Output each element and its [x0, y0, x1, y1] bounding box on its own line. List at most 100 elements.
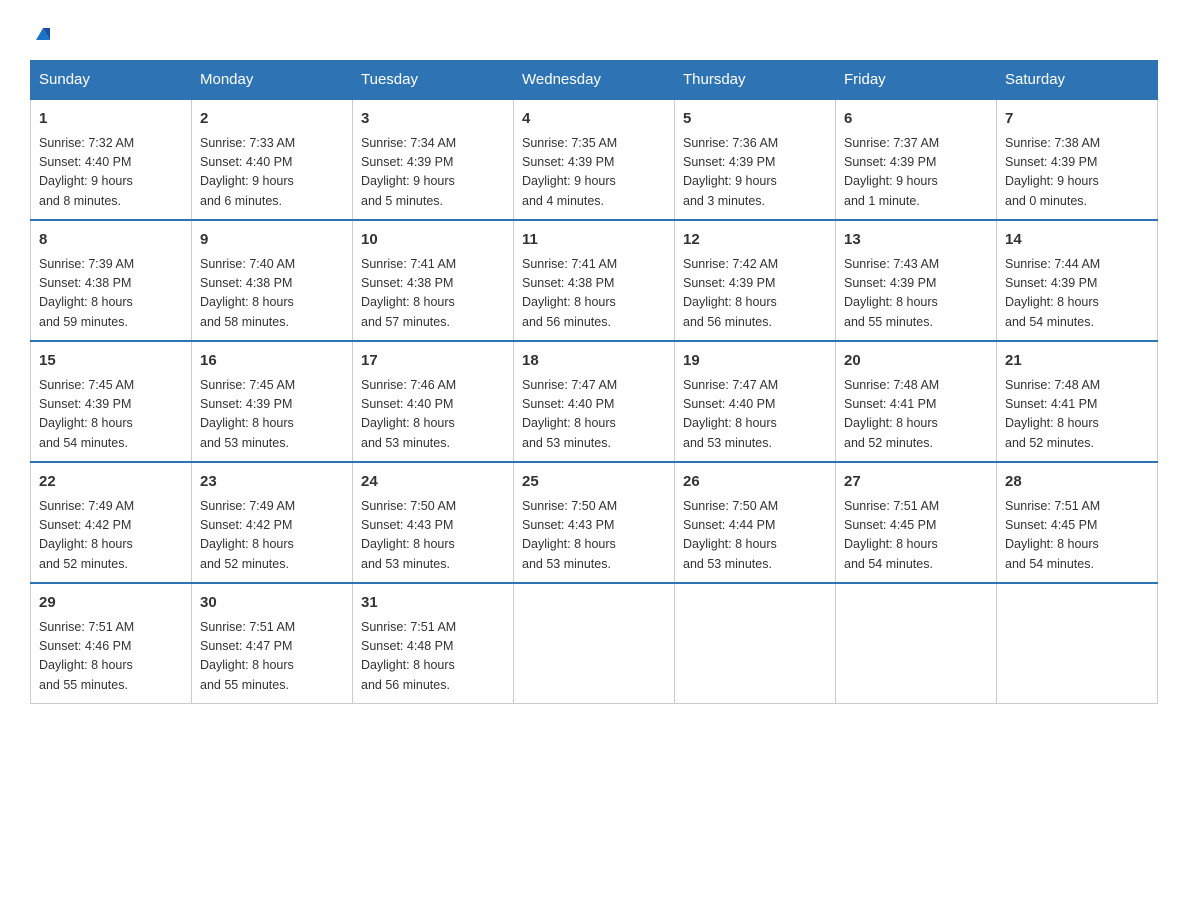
day-info: Sunrise: 7:51 AM Sunset: 4:45 PM Dayligh… — [844, 497, 988, 575]
day-number: 4 — [522, 108, 666, 131]
day-info: Sunrise: 7:35 AM Sunset: 4:39 PM Dayligh… — [522, 134, 666, 212]
calendar-day-cell: 13 Sunrise: 7:43 AM Sunset: 4:39 PM Dayl… — [836, 220, 997, 341]
calendar-day-cell: 9 Sunrise: 7:40 AM Sunset: 4:38 PM Dayli… — [192, 220, 353, 341]
day-number: 12 — [683, 229, 827, 252]
day-info: Sunrise: 7:33 AM Sunset: 4:40 PM Dayligh… — [200, 134, 344, 212]
calendar-day-cell: 31 Sunrise: 7:51 AM Sunset: 4:48 PM Dayl… — [353, 583, 514, 704]
day-of-week-header: Sunday — [31, 61, 192, 100]
day-number: 5 — [683, 108, 827, 131]
day-number: 2 — [200, 108, 344, 131]
day-number: 22 — [39, 471, 183, 494]
calendar-header-row: SundayMondayTuesdayWednesdayThursdayFrid… — [31, 61, 1158, 100]
day-number: 14 — [1005, 229, 1149, 252]
calendar-table: SundayMondayTuesdayWednesdayThursdayFrid… — [30, 60, 1158, 704]
day-of-week-header: Saturday — [997, 61, 1158, 100]
calendar-day-cell: 7 Sunrise: 7:38 AM Sunset: 4:39 PM Dayli… — [997, 99, 1158, 220]
day-info: Sunrise: 7:38 AM Sunset: 4:39 PM Dayligh… — [1005, 134, 1149, 212]
day-number: 23 — [200, 471, 344, 494]
calendar-day-cell — [514, 583, 675, 704]
calendar-week-row: 1 Sunrise: 7:32 AM Sunset: 4:40 PM Dayli… — [31, 99, 1158, 220]
day-info: Sunrise: 7:41 AM Sunset: 4:38 PM Dayligh… — [522, 255, 666, 333]
logo — [30, 20, 54, 40]
calendar-week-row: 22 Sunrise: 7:49 AM Sunset: 4:42 PM Dayl… — [31, 462, 1158, 583]
day-number: 16 — [200, 350, 344, 373]
day-number: 19 — [683, 350, 827, 373]
calendar-day-cell: 15 Sunrise: 7:45 AM Sunset: 4:39 PM Dayl… — [31, 341, 192, 462]
day-info: Sunrise: 7:51 AM Sunset: 4:48 PM Dayligh… — [361, 618, 505, 696]
day-number: 24 — [361, 471, 505, 494]
calendar-day-cell: 30 Sunrise: 7:51 AM Sunset: 4:47 PM Dayl… — [192, 583, 353, 704]
calendar-day-cell: 4 Sunrise: 7:35 AM Sunset: 4:39 PM Dayli… — [514, 99, 675, 220]
calendar-day-cell: 22 Sunrise: 7:49 AM Sunset: 4:42 PM Dayl… — [31, 462, 192, 583]
calendar-week-row: 8 Sunrise: 7:39 AM Sunset: 4:38 PM Dayli… — [31, 220, 1158, 341]
day-number: 21 — [1005, 350, 1149, 373]
day-info: Sunrise: 7:46 AM Sunset: 4:40 PM Dayligh… — [361, 376, 505, 454]
calendar-day-cell: 6 Sunrise: 7:37 AM Sunset: 4:39 PM Dayli… — [836, 99, 997, 220]
calendar-day-cell — [836, 583, 997, 704]
calendar-day-cell: 10 Sunrise: 7:41 AM Sunset: 4:38 PM Dayl… — [353, 220, 514, 341]
day-number: 15 — [39, 350, 183, 373]
calendar-day-cell: 28 Sunrise: 7:51 AM Sunset: 4:45 PM Dayl… — [997, 462, 1158, 583]
day-info: Sunrise: 7:48 AM Sunset: 4:41 PM Dayligh… — [1005, 376, 1149, 454]
day-of-week-header: Friday — [836, 61, 997, 100]
day-number: 17 — [361, 350, 505, 373]
day-info: Sunrise: 7:47 AM Sunset: 4:40 PM Dayligh… — [683, 376, 827, 454]
day-info: Sunrise: 7:37 AM Sunset: 4:39 PM Dayligh… — [844, 134, 988, 212]
calendar-day-cell: 26 Sunrise: 7:50 AM Sunset: 4:44 PM Dayl… — [675, 462, 836, 583]
day-info: Sunrise: 7:50 AM Sunset: 4:43 PM Dayligh… — [522, 497, 666, 575]
day-of-week-header: Tuesday — [353, 61, 514, 100]
day-info: Sunrise: 7:42 AM Sunset: 4:39 PM Dayligh… — [683, 255, 827, 333]
day-number: 3 — [361, 108, 505, 131]
calendar-day-cell: 12 Sunrise: 7:42 AM Sunset: 4:39 PM Dayl… — [675, 220, 836, 341]
calendar-day-cell: 25 Sunrise: 7:50 AM Sunset: 4:43 PM Dayl… — [514, 462, 675, 583]
calendar-day-cell: 2 Sunrise: 7:33 AM Sunset: 4:40 PM Dayli… — [192, 99, 353, 220]
calendar-day-cell: 5 Sunrise: 7:36 AM Sunset: 4:39 PM Dayli… — [675, 99, 836, 220]
calendar-day-cell: 27 Sunrise: 7:51 AM Sunset: 4:45 PM Dayl… — [836, 462, 997, 583]
day-number: 13 — [844, 229, 988, 252]
day-number: 7 — [1005, 108, 1149, 131]
day-number: 30 — [200, 592, 344, 615]
day-number: 6 — [844, 108, 988, 131]
day-info: Sunrise: 7:51 AM Sunset: 4:47 PM Dayligh… — [200, 618, 344, 696]
day-info: Sunrise: 7:50 AM Sunset: 4:43 PM Dayligh… — [361, 497, 505, 575]
day-number: 8 — [39, 229, 183, 252]
day-number: 31 — [361, 592, 505, 615]
day-info: Sunrise: 7:47 AM Sunset: 4:40 PM Dayligh… — [522, 376, 666, 454]
day-info: Sunrise: 7:49 AM Sunset: 4:42 PM Dayligh… — [200, 497, 344, 575]
calendar-day-cell: 11 Sunrise: 7:41 AM Sunset: 4:38 PM Dayl… — [514, 220, 675, 341]
day-info: Sunrise: 7:48 AM Sunset: 4:41 PM Dayligh… — [844, 376, 988, 454]
day-info: Sunrise: 7:51 AM Sunset: 4:45 PM Dayligh… — [1005, 497, 1149, 575]
day-number: 1 — [39, 108, 183, 131]
day-number: 25 — [522, 471, 666, 494]
calendar-day-cell: 20 Sunrise: 7:48 AM Sunset: 4:41 PM Dayl… — [836, 341, 997, 462]
calendar-day-cell — [997, 583, 1158, 704]
calendar-day-cell — [675, 583, 836, 704]
day-info: Sunrise: 7:51 AM Sunset: 4:46 PM Dayligh… — [39, 618, 183, 696]
day-info: Sunrise: 7:32 AM Sunset: 4:40 PM Dayligh… — [39, 134, 183, 212]
day-number: 18 — [522, 350, 666, 373]
calendar-day-cell: 3 Sunrise: 7:34 AM Sunset: 4:39 PM Dayli… — [353, 99, 514, 220]
calendar-day-cell: 1 Sunrise: 7:32 AM Sunset: 4:40 PM Dayli… — [31, 99, 192, 220]
calendar-day-cell: 17 Sunrise: 7:46 AM Sunset: 4:40 PM Dayl… — [353, 341, 514, 462]
day-info: Sunrise: 7:34 AM Sunset: 4:39 PM Dayligh… — [361, 134, 505, 212]
day-info: Sunrise: 7:36 AM Sunset: 4:39 PM Dayligh… — [683, 134, 827, 212]
logo-triangle-icon — [32, 22, 54, 44]
day-info: Sunrise: 7:43 AM Sunset: 4:39 PM Dayligh… — [844, 255, 988, 333]
calendar-day-cell: 8 Sunrise: 7:39 AM Sunset: 4:38 PM Dayli… — [31, 220, 192, 341]
day-info: Sunrise: 7:50 AM Sunset: 4:44 PM Dayligh… — [683, 497, 827, 575]
day-info: Sunrise: 7:49 AM Sunset: 4:42 PM Dayligh… — [39, 497, 183, 575]
day-number: 10 — [361, 229, 505, 252]
calendar-day-cell: 24 Sunrise: 7:50 AM Sunset: 4:43 PM Dayl… — [353, 462, 514, 583]
day-info: Sunrise: 7:45 AM Sunset: 4:39 PM Dayligh… — [200, 376, 344, 454]
page-header — [30, 20, 1158, 40]
calendar-day-cell: 21 Sunrise: 7:48 AM Sunset: 4:41 PM Dayl… — [997, 341, 1158, 462]
day-info: Sunrise: 7:41 AM Sunset: 4:38 PM Dayligh… — [361, 255, 505, 333]
day-number: 27 — [844, 471, 988, 494]
calendar-day-cell: 29 Sunrise: 7:51 AM Sunset: 4:46 PM Dayl… — [31, 583, 192, 704]
day-number: 20 — [844, 350, 988, 373]
day-number: 26 — [683, 471, 827, 494]
day-info: Sunrise: 7:44 AM Sunset: 4:39 PM Dayligh… — [1005, 255, 1149, 333]
day-info: Sunrise: 7:45 AM Sunset: 4:39 PM Dayligh… — [39, 376, 183, 454]
calendar-day-cell: 18 Sunrise: 7:47 AM Sunset: 4:40 PM Dayl… — [514, 341, 675, 462]
day-info: Sunrise: 7:39 AM Sunset: 4:38 PM Dayligh… — [39, 255, 183, 333]
